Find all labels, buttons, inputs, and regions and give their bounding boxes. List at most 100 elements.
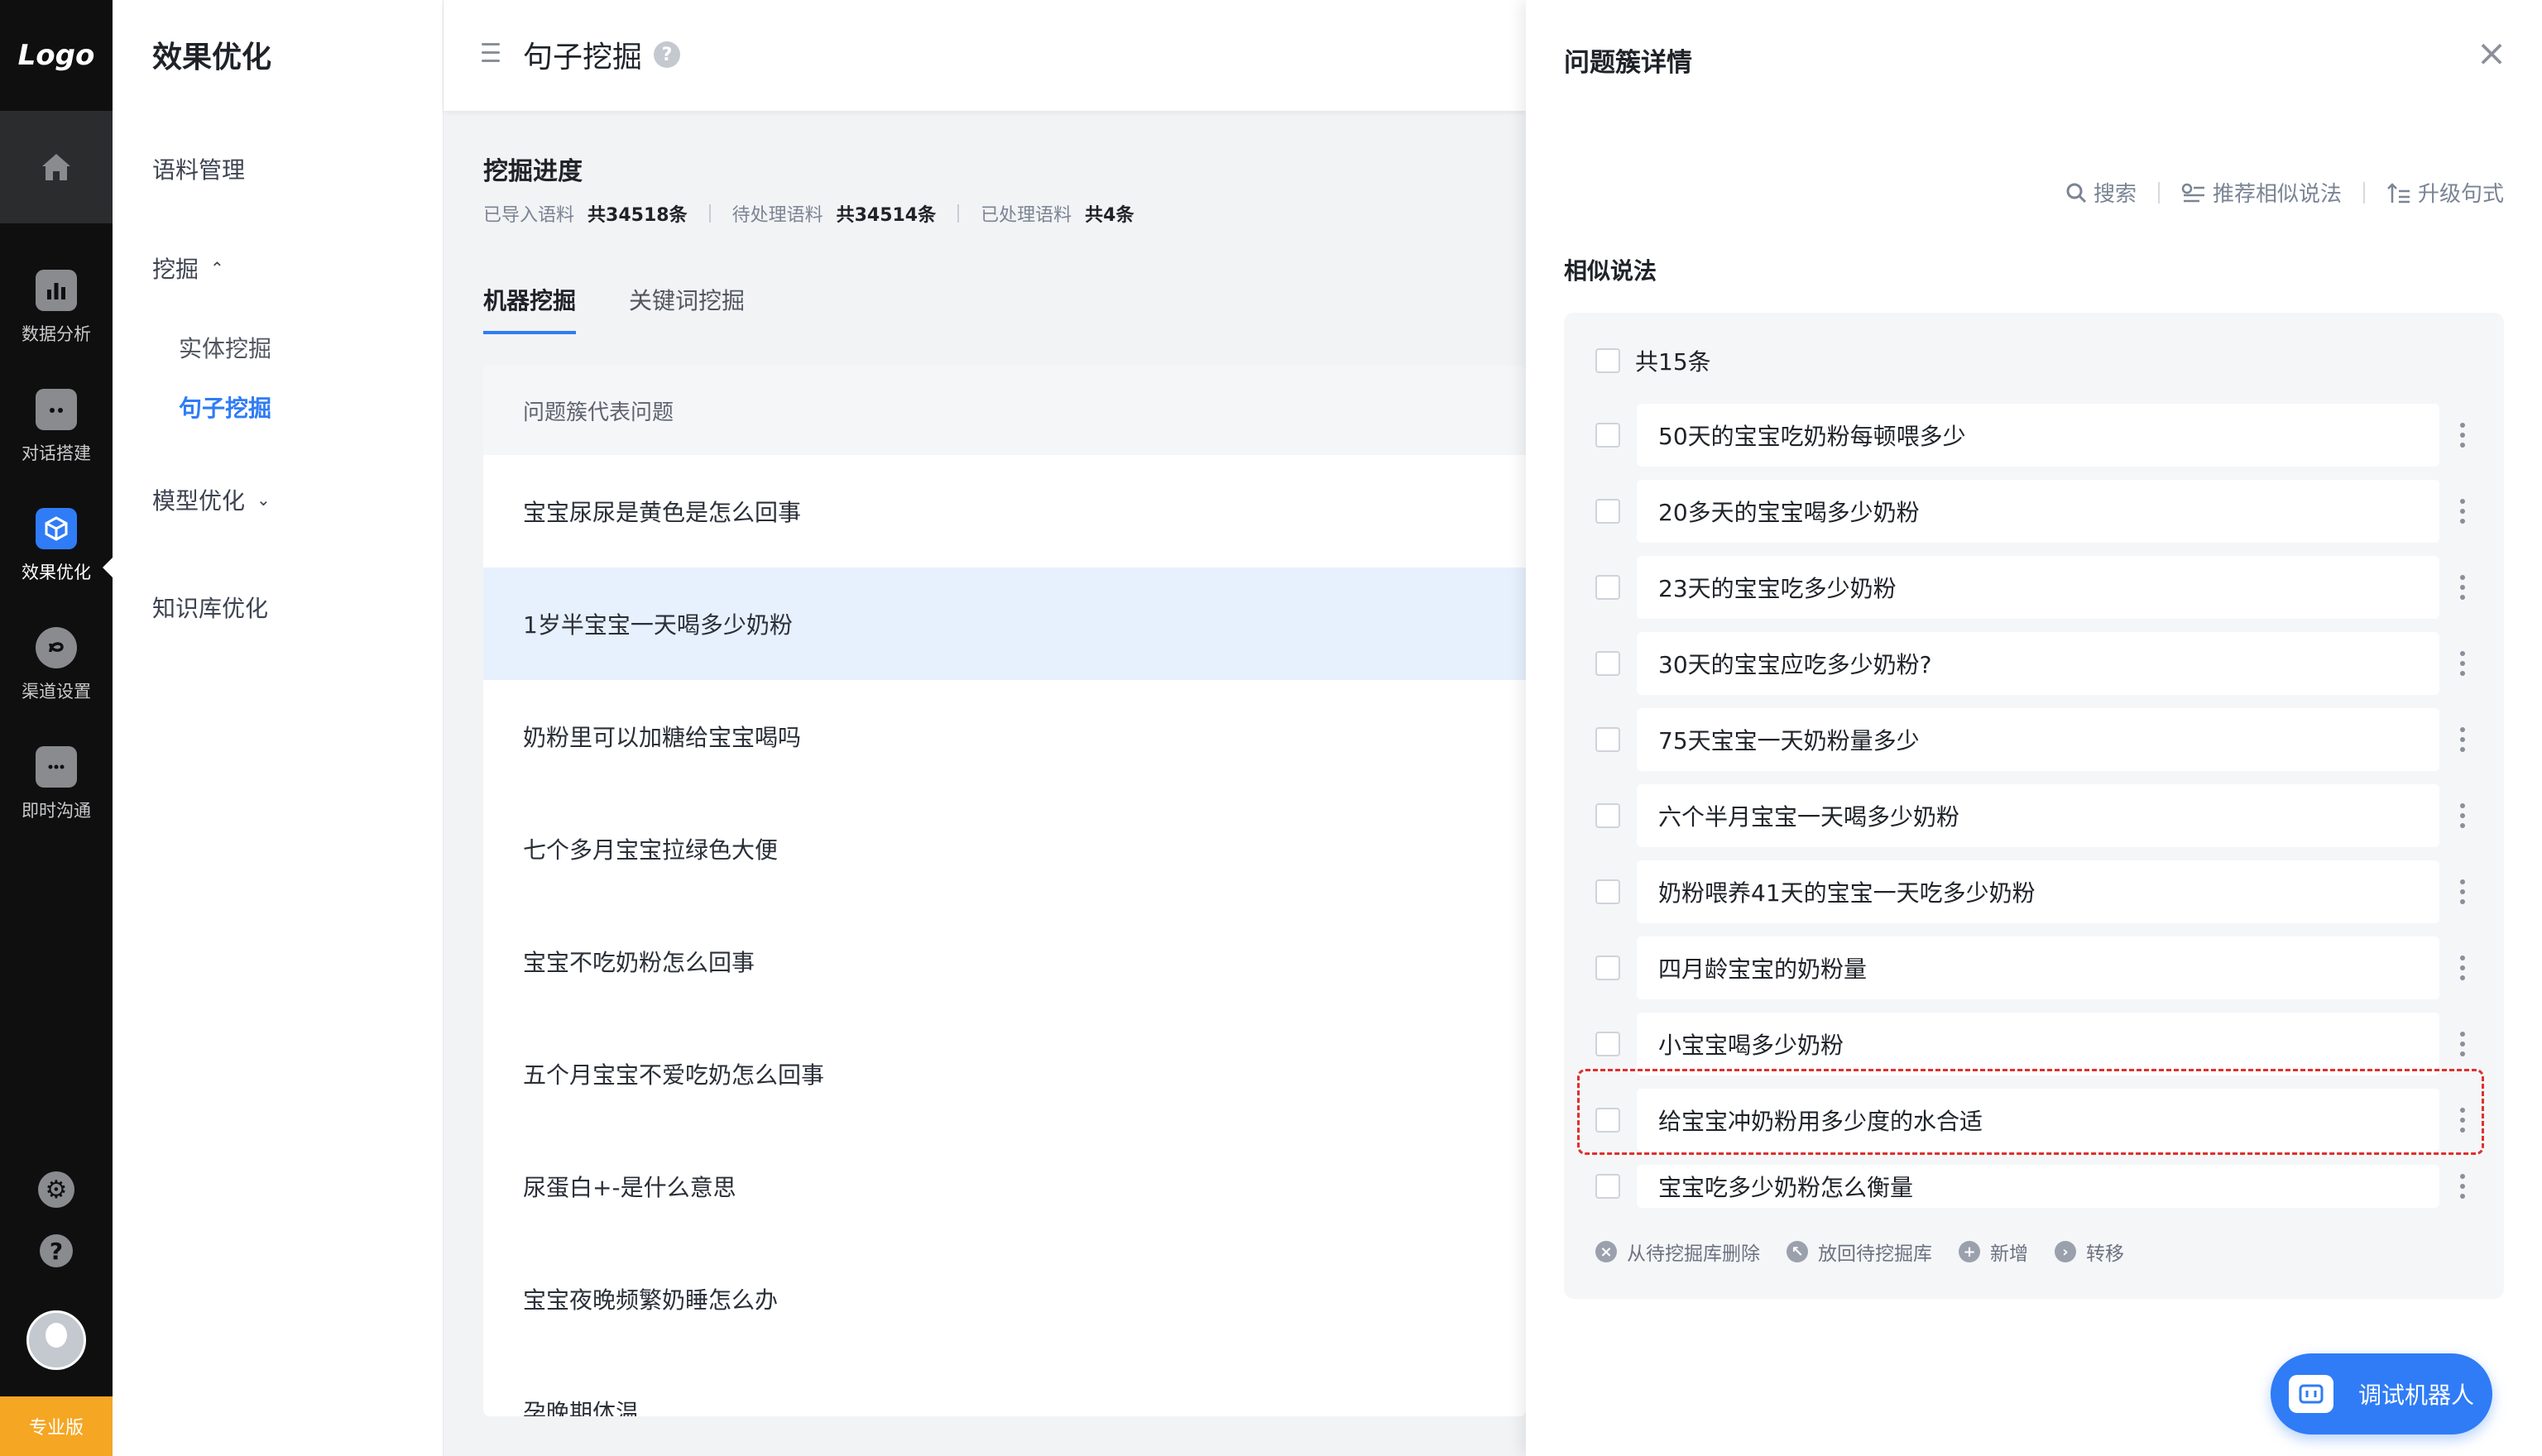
item-text[interactable]: 50天的宝宝吃奶粉每顿喂多少 (1637, 404, 2439, 467)
page-title: 句子挖掘 (523, 41, 643, 74)
item-checkbox[interactable] (1595, 956, 1620, 980)
upgrade-button[interactable]: 升级句式 (2386, 177, 2504, 208)
nav-item-label: 数据分析 (22, 324, 91, 344)
list-item[interactable]: 23天的宝宝吃多少奶粉 (1595, 556, 2489, 619)
transfer-label: 转移 (2086, 1243, 2124, 1265)
table-row[interactable]: 尿蛋白+-是什么意思 (483, 1130, 1526, 1243)
table-row[interactable]: 宝宝不吃奶粉怎么回事 (483, 905, 1526, 1018)
help-icon[interactable]: ? (654, 41, 680, 68)
item-text[interactable]: 四月龄宝宝的奶粉量 (1637, 936, 2439, 999)
list-item[interactable]: 30天的宝宝应吃多少奶粉? (1595, 632, 2489, 695)
processed-value: 共4条 (1085, 205, 1134, 226)
more-icon[interactable] (2459, 953, 2466, 983)
item-checkbox[interactable] (1595, 651, 1620, 676)
item-text[interactable]: 奶粉喂养41天的宝宝一天吃多少奶粉 (1637, 860, 2439, 923)
more-icon[interactable] (2459, 1029, 2466, 1059)
cluster-table: 问题簇代表问题 宝宝尿尿是黄色是怎么回事 1岁半宝宝一天喝多少奶粉 奶粉里可以加… (483, 366, 1526, 1416)
delete-label: 从待挖掘库删除 (1627, 1243, 1760, 1265)
mining-tabs: 机器挖掘 关键词挖掘 (483, 283, 798, 334)
search-icon (2066, 183, 2087, 203)
sidebar-item-sentence-mining[interactable]: 句子挖掘 (179, 390, 271, 424)
sidebar-item-corpus[interactable]: 语料管理 (152, 152, 245, 185)
more-icon[interactable] (2459, 877, 2466, 907)
list-item[interactable]: 小宝宝喝多少奶粉 (1595, 1013, 2489, 1075)
list-item[interactable]: 奶粉喂养41天的宝宝一天吃多少奶粉 (1595, 860, 2489, 923)
list-item[interactable]: 六个半月宝宝一天喝多少奶粉 (1595, 784, 2489, 847)
item-checkbox[interactable] (1595, 423, 1620, 448)
item-checkbox[interactable] (1595, 803, 1620, 828)
sidebar-item-entity-mining[interactable]: 实体挖掘 (179, 331, 271, 364)
search-button[interactable]: 搜索 (2065, 177, 2137, 208)
item-text[interactable]: 20多天的宝宝喝多少奶粉 (1637, 480, 2439, 543)
help-icon[interactable]: ? (40, 1234, 73, 1267)
item-text[interactable]: 23天的宝宝吃多少奶粉 (1637, 556, 2439, 619)
table-row[interactable]: 七个多月宝宝拉绿色大便 (483, 793, 1526, 905)
divider (957, 204, 960, 223)
select-all[interactable]: 共15条 (1595, 344, 1711, 377)
item-text[interactable]: 30天的宝宝应吃多少奶粉? (1637, 632, 2439, 695)
table-row[interactable]: 1岁半宝宝一天喝多少奶粉 (483, 568, 1526, 680)
close-icon[interactable]: × (2476, 36, 2507, 72)
sidebar-item-model[interactable]: 模型优化 ⌄ (152, 483, 271, 516)
cluster-detail-panel: 问题簇详情 × 搜索 推荐相似说法 升级句式 相似说法 共15条 50天的宝宝吃… (1526, 0, 2542, 1456)
table-row[interactable]: 宝宝尿尿是黄色是怎么回事 (483, 455, 1526, 568)
robot-icon (2289, 1375, 2333, 1413)
list-item[interactable]: 四月龄宝宝的奶粉量 (1595, 936, 2489, 999)
more-icon[interactable] (2459, 649, 2466, 678)
transfer-button[interactable]: › 转移 (2055, 1238, 2124, 1266)
list-item[interactable]: 宝宝吃多少奶粉怎么衡量 (1595, 1165, 2489, 1208)
cube-icon (36, 508, 77, 549)
add-label: 新增 (1990, 1243, 2028, 1265)
tab-machine-mining[interactable]: 机器挖掘 (483, 283, 577, 334)
nav-item-dialog-build[interactable]: 对话搭建 (0, 374, 113, 480)
menu-icon[interactable] (482, 43, 500, 65)
item-checkbox[interactable] (1595, 727, 1620, 752)
select-all-checkbox[interactable] (1595, 348, 1620, 373)
avatar[interactable] (26, 1310, 86, 1370)
home-button[interactable] (0, 111, 113, 223)
table-row[interactable]: 宝宝夜晚频繁奶睡怎么办 (483, 1243, 1526, 1355)
nav-item-channel[interactable]: 渠道设置 (0, 612, 113, 718)
more-icon[interactable] (2459, 420, 2466, 450)
item-checkbox[interactable] (1595, 499, 1620, 524)
main-content: 句子挖掘 ? 挖掘进度 已导入语料 共34518条 待处理语料 共34514条 … (444, 0, 1526, 1456)
more-icon[interactable] (2459, 1171, 2466, 1201)
return-button[interactable]: ↖ 放回待挖掘库 (1787, 1238, 1932, 1266)
nav-item-optimization[interactable]: 效果优化 (0, 493, 113, 599)
item-checkbox[interactable] (1595, 1174, 1620, 1199)
delete-button[interactable]: × 从待挖掘库删除 (1595, 1238, 1760, 1266)
tab-keyword-mining[interactable]: 关键词挖掘 (629, 283, 745, 334)
recommend-button[interactable]: 推荐相似说法 (2181, 177, 2342, 208)
item-text[interactable]: 小宝宝喝多少奶粉 (1637, 1013, 2439, 1075)
more-icon[interactable] (2459, 801, 2466, 831)
item-checkbox[interactable] (1595, 879, 1620, 904)
item-checkbox[interactable] (1595, 575, 1620, 600)
nav-item-chat[interactable]: 即时沟通 (0, 731, 113, 837)
table-row[interactable]: 奶粉里可以加糖给宝宝喝吗 (483, 680, 1526, 793)
item-checkbox[interactable] (1595, 1032, 1620, 1056)
nav-item-data-analysis[interactable]: 数据分析 (0, 255, 113, 361)
sidebar-item-kb[interactable]: 知识库优化 (152, 591, 268, 624)
item-text[interactable]: 宝宝吃多少奶粉怎么衡量 (1637, 1165, 2439, 1208)
pro-badge: 专业版 (0, 1396, 113, 1456)
list-item[interactable]: 75天宝宝一天奶粉量多少 (1595, 708, 2489, 771)
table-row[interactable]: 五个月宝宝不爱吃奶怎么回事 (483, 1018, 1526, 1130)
more-icon[interactable] (2459, 496, 2466, 526)
more-icon[interactable] (2459, 725, 2466, 754)
item-text[interactable]: 六个半月宝宝一天喝多少奶粉 (1637, 784, 2439, 847)
similar-title: 相似说法 (1564, 257, 1657, 285)
nav-item-label: 即时沟通 (22, 801, 91, 821)
gear-icon[interactable]: ⚙ (38, 1171, 74, 1208)
bar-chart-icon (36, 270, 77, 311)
main-nav: Logo 数据分析 对话搭建 效果优化 渠道设置 即时沟通 ⚙ ? 专业版 (0, 0, 113, 1456)
list-item[interactable]: 20多天的宝宝喝多少奶粉 (1595, 480, 2489, 543)
progress-stats: 已导入语料 共34518条 待处理语料 共34514条 已处理语料 共4条 (483, 200, 1155, 227)
debug-robot-button[interactable]: 调试机器人 (2271, 1353, 2492, 1434)
item-text[interactable]: 75天宝宝一天奶粉量多少 (1637, 708, 2439, 771)
list-item[interactable]: 50天的宝宝吃奶粉每顿喂多少 (1595, 404, 2489, 467)
sidebar-item-mining[interactable]: 挖掘 ⌃ (152, 251, 224, 285)
more-icon[interactable] (2459, 572, 2466, 602)
table-row[interactable]: 孕晚期体温 (483, 1355, 1526, 1416)
add-button[interactable]: + 新增 (1959, 1238, 2028, 1266)
chevron-down-icon: ⌄ (257, 490, 271, 510)
